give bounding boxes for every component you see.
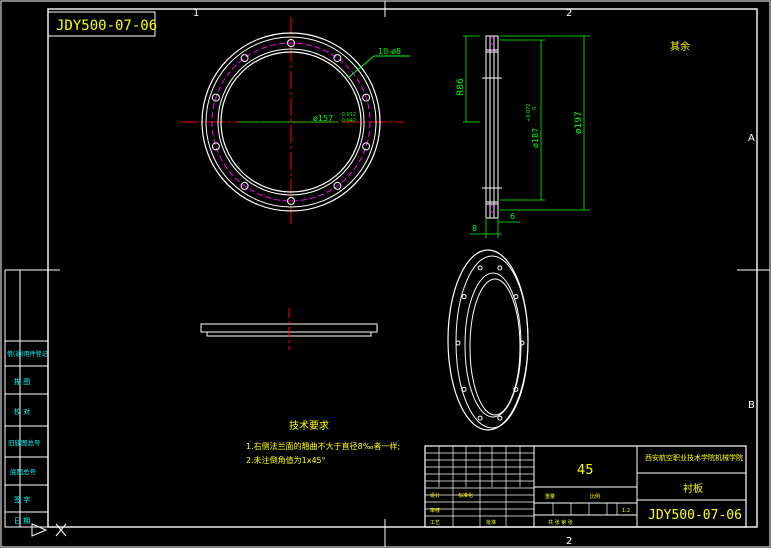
- pitch-diameter-label: ø157: [313, 114, 333, 123]
- bolt-hole: [211, 142, 220, 151]
- pitch-tolerance-lower: -0.042: [340, 118, 356, 124]
- iso-bolt-hole: [477, 265, 483, 271]
- zone-letter-a: A: [748, 133, 755, 144]
- part-name: 衬板: [683, 482, 703, 495]
- radius-dim-label: R86: [456, 78, 466, 96]
- zone-number-top-1: 1: [193, 8, 199, 19]
- surface-finish-note: 其余: [670, 40, 690, 53]
- tb-label-1: 标准化: [458, 492, 473, 499]
- tech-req-item-2: 2.未注倒角值为1x45°: [246, 455, 326, 465]
- inner-diameter-label: ø187: [531, 128, 540, 148]
- weight-label: 重量: [545, 493, 555, 500]
- zone-number-top-2: 2: [566, 8, 572, 19]
- side-view-section: R86 ø187 +0.072 0 ø197 6 8: [456, 35, 590, 238]
- tb-label-3: 工艺: [430, 520, 440, 526]
- tb-label-0: 设计: [430, 492, 440, 499]
- title-drawing-number: JDY500-07-06: [648, 508, 742, 523]
- iso-bolt-hole: [455, 340, 461, 346]
- left-label-3: 旧底图总号: [8, 438, 41, 447]
- outer-border: [0, 0, 771, 548]
- iso-bolt-hole: [477, 415, 483, 421]
- outer-diameter-label: ø197: [574, 111, 584, 134]
- inner-tol-upper: +0.072: [526, 103, 532, 122]
- bolt-hole: [362, 142, 371, 151]
- iso-bolt-hole: [497, 415, 503, 421]
- bolt-hole: [333, 54, 342, 63]
- tech-req-item-1: 1.右侧法兰面的翘曲不大于直径8‰者一样;: [246, 441, 400, 451]
- iso-bolt-hole: [497, 265, 503, 271]
- institute-name: 西安航空职业技术学院机械学院: [645, 453, 743, 462]
- drawing-frame: [47, 8, 758, 528]
- dim-8-label: 8: [472, 224, 477, 233]
- iso-bolt-hole: [513, 294, 519, 300]
- cad-drawing-canvas: 1 2 2 A B JDY500-07-06 10-ø8 ø157 -0.012…: [0, 0, 771, 548]
- zone-letter-b: B: [748, 400, 755, 411]
- top-view-ring: 10-ø8 ø157 -0.012 -0.042: [180, 17, 410, 224]
- left-column-table: 借(通)用件登记 描 图 校 对 旧底图总号 底图总号 签 字 日 期: [4, 270, 49, 528]
- left-label-5: 签 字: [14, 495, 30, 504]
- bolt-hole: [240, 54, 249, 63]
- left-label-2: 校 对: [14, 407, 30, 416]
- left-label-1: 描 图: [14, 377, 30, 386]
- iso-bolt-hole: [461, 386, 467, 392]
- zone-number-bottom-2: 2: [566, 536, 572, 547]
- projection-symbol: [31, 523, 48, 537]
- tech-req-title: 技术要求: [289, 419, 329, 432]
- title-block: 45 西安航空职业技术学院机械学院 衬板 JDY500-07-06 重量 比例 …: [424, 445, 747, 528]
- scale-value: 45: [577, 463, 594, 478]
- ratio-value: 1:2: [622, 508, 630, 514]
- hole-callout: 10-ø8: [378, 47, 401, 56]
- hole-callout-leader: [347, 55, 375, 79]
- tb-label-4: 批准: [486, 519, 496, 526]
- left-label-0: 借(通)用件登记: [7, 350, 48, 358]
- drawing-number-top: JDY500-07-06: [56, 18, 157, 34]
- sheet-label: 共 张 第 张: [548, 519, 573, 526]
- front-thin-view: [200, 308, 378, 350]
- inner-tol-lower: 0: [532, 107, 538, 110]
- dim-6-label: 6: [510, 212, 515, 221]
- ratio-label: 比例: [590, 493, 600, 500]
- left-label-6: 日 期: [14, 517, 30, 525]
- tb-label-2: 审核: [430, 507, 440, 514]
- iso-bolt-hole: [461, 294, 467, 300]
- side-profile: [485, 35, 499, 219]
- isometric-ring: [447, 249, 529, 431]
- left-label-4: 底图总号: [10, 467, 37, 476]
- iso-bolt-holes: [455, 265, 525, 421]
